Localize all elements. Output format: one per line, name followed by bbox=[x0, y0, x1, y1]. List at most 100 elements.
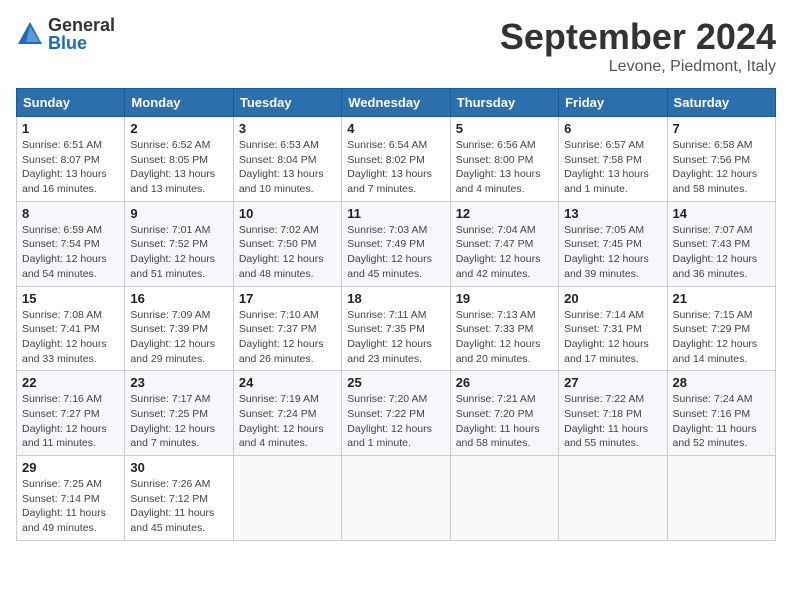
daylight: Daylight: 12 hours and 42 minutes. bbox=[456, 252, 553, 281]
calendar-week-1: 1 Sunrise: 6:51 AM Sunset: 8:07 PM Dayli… bbox=[17, 117, 776, 202]
sunrise: Sunrise: 6:56 AM bbox=[456, 138, 553, 153]
day-detail: Sunrise: 6:57 AM Sunset: 7:58 PM Dayligh… bbox=[564, 138, 661, 197]
sunrise: Sunrise: 7:22 AM bbox=[564, 392, 661, 407]
sunset: Sunset: 7:24 PM bbox=[239, 407, 336, 422]
sunset: Sunset: 7:27 PM bbox=[22, 407, 119, 422]
day-number: 4 bbox=[347, 121, 444, 136]
sunrise: Sunrise: 6:52 AM bbox=[130, 138, 227, 153]
sunrise: Sunrise: 7:24 AM bbox=[673, 392, 770, 407]
day-detail: Sunrise: 7:21 AM Sunset: 7:20 PM Dayligh… bbox=[456, 392, 553, 451]
calendar-cell bbox=[233, 456, 341, 541]
day-number: 20 bbox=[564, 291, 661, 306]
day-number: 11 bbox=[347, 206, 444, 221]
sunrise: Sunrise: 7:11 AM bbox=[347, 308, 444, 323]
calendar-cell: 4 Sunrise: 6:54 AM Sunset: 8:02 PM Dayli… bbox=[342, 117, 450, 202]
daylight: Daylight: 12 hours and 51 minutes. bbox=[130, 252, 227, 281]
daylight: Daylight: 12 hours and 48 minutes. bbox=[239, 252, 336, 281]
daylight: Daylight: 13 hours and 7 minutes. bbox=[347, 167, 444, 196]
calendar-table: SundayMondayTuesdayWednesdayThursdayFrid… bbox=[16, 88, 776, 541]
calendar-week-4: 22 Sunrise: 7:16 AM Sunset: 7:27 PM Dayl… bbox=[17, 371, 776, 456]
calendar-cell bbox=[450, 456, 558, 541]
day-detail: Sunrise: 7:19 AM Sunset: 7:24 PM Dayligh… bbox=[239, 392, 336, 451]
sunrise: Sunrise: 7:15 AM bbox=[673, 308, 770, 323]
logo-text: General Blue bbox=[48, 16, 115, 52]
calendar-cell bbox=[667, 456, 775, 541]
calendar-cell: 19 Sunrise: 7:13 AM Sunset: 7:33 PM Dayl… bbox=[450, 286, 558, 371]
day-header-friday: Friday bbox=[559, 89, 667, 117]
title-block: September 2024 Levone, Piedmont, Italy bbox=[500, 16, 776, 76]
daylight: Daylight: 11 hours and 55 minutes. bbox=[564, 422, 661, 451]
calendar-cell: 12 Sunrise: 7:04 AM Sunset: 7:47 PM Dayl… bbox=[450, 201, 558, 286]
day-header-thursday: Thursday bbox=[450, 89, 558, 117]
sunset: Sunset: 7:31 PM bbox=[564, 322, 661, 337]
calendar-cell: 22 Sunrise: 7:16 AM Sunset: 7:27 PM Dayl… bbox=[17, 371, 125, 456]
calendar-cell bbox=[342, 456, 450, 541]
day-number: 16 bbox=[130, 291, 227, 306]
logo-general: General bbox=[48, 16, 115, 34]
calendar-week-3: 15 Sunrise: 7:08 AM Sunset: 7:41 PM Dayl… bbox=[17, 286, 776, 371]
day-number: 19 bbox=[456, 291, 553, 306]
sunset: Sunset: 7:37 PM bbox=[239, 322, 336, 337]
daylight: Daylight: 12 hours and 54 minutes. bbox=[22, 252, 119, 281]
day-number: 30 bbox=[130, 460, 227, 475]
daylight: Daylight: 12 hours and 26 minutes. bbox=[239, 337, 336, 366]
day-detail: Sunrise: 7:10 AM Sunset: 7:37 PM Dayligh… bbox=[239, 308, 336, 367]
logo-blue: Blue bbox=[48, 34, 115, 52]
location: Levone, Piedmont, Italy bbox=[500, 58, 776, 76]
day-detail: Sunrise: 7:13 AM Sunset: 7:33 PM Dayligh… bbox=[456, 308, 553, 367]
day-number: 9 bbox=[130, 206, 227, 221]
calendar-week-5: 29 Sunrise: 7:25 AM Sunset: 7:14 PM Dayl… bbox=[17, 456, 776, 541]
sunset: Sunset: 8:02 PM bbox=[347, 153, 444, 168]
sunset: Sunset: 7:29 PM bbox=[673, 322, 770, 337]
day-detail: Sunrise: 7:20 AM Sunset: 7:22 PM Dayligh… bbox=[347, 392, 444, 451]
sunrise: Sunrise: 7:16 AM bbox=[22, 392, 119, 407]
day-number: 26 bbox=[456, 375, 553, 390]
page-header: General Blue September 2024 Levone, Pied… bbox=[16, 16, 776, 76]
day-number: 28 bbox=[673, 375, 770, 390]
day-number: 27 bbox=[564, 375, 661, 390]
daylight: Daylight: 11 hours and 45 minutes. bbox=[130, 506, 227, 535]
calendar-cell: 20 Sunrise: 7:14 AM Sunset: 7:31 PM Dayl… bbox=[559, 286, 667, 371]
daylight: Daylight: 12 hours and 58 minutes. bbox=[673, 167, 770, 196]
sunrise: Sunrise: 7:21 AM bbox=[456, 392, 553, 407]
sunset: Sunset: 8:05 PM bbox=[130, 153, 227, 168]
calendar-cell: 26 Sunrise: 7:21 AM Sunset: 7:20 PM Dayl… bbox=[450, 371, 558, 456]
day-detail: Sunrise: 7:02 AM Sunset: 7:50 PM Dayligh… bbox=[239, 223, 336, 282]
sunset: Sunset: 7:14 PM bbox=[22, 492, 119, 507]
daylight: Daylight: 12 hours and 11 minutes. bbox=[22, 422, 119, 451]
day-detail: Sunrise: 7:25 AM Sunset: 7:14 PM Dayligh… bbox=[22, 477, 119, 536]
calendar-cell: 27 Sunrise: 7:22 AM Sunset: 7:18 PM Dayl… bbox=[559, 371, 667, 456]
day-number: 23 bbox=[130, 375, 227, 390]
daylight: Daylight: 12 hours and 20 minutes. bbox=[456, 337, 553, 366]
sunset: Sunset: 7:54 PM bbox=[22, 237, 119, 252]
day-detail: Sunrise: 7:05 AM Sunset: 7:45 PM Dayligh… bbox=[564, 223, 661, 282]
day-number: 29 bbox=[22, 460, 119, 475]
calendar-cell: 24 Sunrise: 7:19 AM Sunset: 7:24 PM Dayl… bbox=[233, 371, 341, 456]
calendar-cell: 5 Sunrise: 6:56 AM Sunset: 8:00 PM Dayli… bbox=[450, 117, 558, 202]
sunrise: Sunrise: 7:07 AM bbox=[673, 223, 770, 238]
day-detail: Sunrise: 7:16 AM Sunset: 7:27 PM Dayligh… bbox=[22, 392, 119, 451]
sunrise: Sunrise: 7:20 AM bbox=[347, 392, 444, 407]
calendar-cell: 13 Sunrise: 7:05 AM Sunset: 7:45 PM Dayl… bbox=[559, 201, 667, 286]
day-detail: Sunrise: 6:56 AM Sunset: 8:00 PM Dayligh… bbox=[456, 138, 553, 197]
calendar-cell: 3 Sunrise: 6:53 AM Sunset: 8:04 PM Dayli… bbox=[233, 117, 341, 202]
sunset: Sunset: 7:33 PM bbox=[456, 322, 553, 337]
calendar-cell bbox=[559, 456, 667, 541]
calendar-cell: 7 Sunrise: 6:58 AM Sunset: 7:56 PM Dayli… bbox=[667, 117, 775, 202]
calendar-cell: 18 Sunrise: 7:11 AM Sunset: 7:35 PM Dayl… bbox=[342, 286, 450, 371]
sunset: Sunset: 7:52 PM bbox=[130, 237, 227, 252]
calendar-week-2: 8 Sunrise: 6:59 AM Sunset: 7:54 PM Dayli… bbox=[17, 201, 776, 286]
calendar-cell: 10 Sunrise: 7:02 AM Sunset: 7:50 PM Dayl… bbox=[233, 201, 341, 286]
month-title: September 2024 bbox=[500, 16, 776, 58]
sunset: Sunset: 7:56 PM bbox=[673, 153, 770, 168]
day-detail: Sunrise: 7:04 AM Sunset: 7:47 PM Dayligh… bbox=[456, 223, 553, 282]
sunset: Sunset: 7:22 PM bbox=[347, 407, 444, 422]
calendar-cell: 17 Sunrise: 7:10 AM Sunset: 7:37 PM Dayl… bbox=[233, 286, 341, 371]
day-number: 7 bbox=[673, 121, 770, 136]
sunrise: Sunrise: 6:51 AM bbox=[22, 138, 119, 153]
day-number: 22 bbox=[22, 375, 119, 390]
sunrise: Sunrise: 7:25 AM bbox=[22, 477, 119, 492]
calendar-cell: 1 Sunrise: 6:51 AM Sunset: 8:07 PM Dayli… bbox=[17, 117, 125, 202]
day-number: 1 bbox=[22, 121, 119, 136]
day-detail: Sunrise: 7:26 AM Sunset: 7:12 PM Dayligh… bbox=[130, 477, 227, 536]
